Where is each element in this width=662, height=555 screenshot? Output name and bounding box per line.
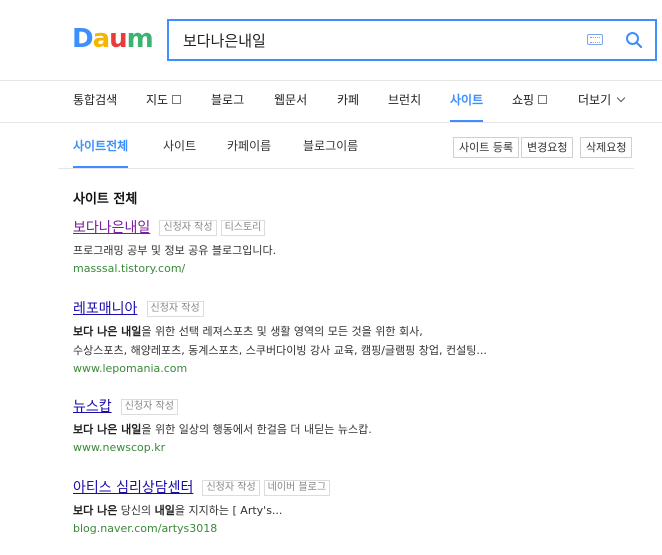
result-tag: 신청자 작성 [120,399,178,415]
header: D a u m [0,0,662,81]
nav-item-web[interactable]: 웹문서 [274,80,307,120]
nav-item-cafe[interactable]: 카페 [337,80,359,120]
result-item: 뉴스캅 신청자 작성 보다 나은 내일을 위한 일상의 행동에서 한걸음 더 내… [73,396,653,457]
daum-logo[interactable]: D a u m [72,24,154,54]
highlight-text: 내일 [154,504,175,517]
keyboard-icon[interactable] [587,34,603,45]
logo-letter-d: D [72,24,94,54]
nav-label: 쇼핑 [512,93,535,107]
nav-item-total[interactable]: 통합검색 [73,80,117,120]
result-description: 보다 나은 내일을 위한 선택 레져스포츠 및 생활 영역의 모든 것을 위한 … [73,322,653,341]
nav-label: 더보기 [578,93,612,107]
result-item: 아티스 심리상담센터 신청자 작성 네이버 블로그 보다 나은 당신의 내일을 지… [73,477,653,538]
tab-site[interactable]: 사이트 [163,122,196,167]
nav-item-brunch[interactable]: 브런치 [388,80,421,120]
tab-site-all[interactable]: 사이트전체 [73,122,129,168]
result-url[interactable]: masssal.tistory.com/ [73,260,653,278]
logo-letter-m: m [126,24,154,54]
nav-item-blog[interactable]: 블로그 [211,80,244,120]
search-box [167,19,657,61]
result-tag: 신청자 작성 [146,301,204,317]
nav-item-map[interactable]: 지도 [146,80,182,120]
nav-label: 사이트 [450,93,484,107]
description-text: 을 위한 선택 레져스포츠 및 생활 영역의 모든 것을 위한 회사, [141,325,423,338]
result-tag: 티스토리 [220,220,266,236]
change-request-button[interactable]: 변경요청 [521,137,574,158]
nav-item-shopping[interactable]: 쇼핑 [512,80,548,120]
search-icon[interactable] [625,31,643,49]
result-tag: 네이버 블로그 [263,480,331,496]
result-url[interactable]: www.newscop.kr [73,439,653,457]
nav-label: 브런치 [388,93,422,107]
result-title-link[interactable]: 아티스 심리상담센터 [73,480,193,496]
result-url[interactable]: blog.naver.com/artys3018 [73,520,653,538]
result-tag: 신청자 작성 [159,220,217,236]
result-item: 레포매니아 신청자 작성 보다 나은 내일을 위한 선택 레져스포츠 및 생활 … [73,298,653,378]
result-url[interactable]: www.lepomania.com [73,360,653,378]
highlight-text: 보다 나은 내일 [73,423,142,436]
result-title-link[interactable]: 레포매니아 [73,301,137,317]
result-description: 보다 나은 내일을 위한 일상의 행동에서 한걸음 더 내딛는 뉴스캅. [73,420,653,439]
highlight-text: 보다 나은 내일 [73,325,142,338]
nav-item-more[interactable]: 더보기 [578,80,626,120]
tab-cafe-name[interactable]: 카페이름 [227,122,271,167]
result-description-line2: 수상스포츠, 해양레포츠, 동계스포츠, 스쿠버다이빙 강사 교육, 캠핑/글램… [73,344,487,357]
highlight-text: 보다 나은 [73,504,118,517]
tab-label: 블로그이름 [303,139,359,153]
tab-label: 사이트 [163,139,197,153]
nav-label: 지도 [146,93,169,107]
new-window-icon [538,95,548,104]
nav-label: 카페 [337,93,360,107]
new-window-icon [172,95,182,104]
tab-label: 카페이름 [227,139,272,153]
tab-blog-name[interactable]: 블로그이름 [303,122,358,167]
delete-request-button[interactable]: 삭제요청 [580,137,633,158]
search-input[interactable] [181,21,565,61]
chevron-down-icon [616,93,626,103]
nav-label: 통합검색 [73,93,118,107]
logo-letter-u: u [109,24,127,54]
logo-letter-a: a [92,24,111,54]
result-tag: 신청자 작성 [202,480,260,496]
result-title-link[interactable]: 뉴스캅 [73,399,112,415]
result-item: 보다나은내일 신청자 작성 티스토리 프로그래밍 공부 및 정보 공유 블로그입니… [73,217,653,278]
description-text: 을 위한 일상의 행동에서 한걸음 더 내딛는 뉴스캅. [141,423,372,436]
description-text: 당신의 [117,504,155,517]
site-register-button[interactable]: 사이트 등록 [453,137,520,158]
nav-label: 블로그 [211,93,245,107]
nav-item-site[interactable]: 사이트 [450,80,484,122]
section-title: 사이트 전체 [73,192,138,207]
tab-label: 사이트전체 [73,139,129,153]
result-description: 프로그래밍 공부 및 정보 공유 블로그입니다. [73,244,277,257]
result-title-link[interactable]: 보다나은내일 [73,220,150,236]
description-text: 을 지지하는 [ Arty's... [174,504,283,517]
main-nav: 통합검색 지도 블로그 웹문서 카페 브런치 사이트 쇼핑 더보기 [0,80,662,123]
result-description: 보다 나은 당신의 내일을 지지하는 [ Arty's... [73,501,653,520]
nav-label: 웹문서 [274,93,308,107]
